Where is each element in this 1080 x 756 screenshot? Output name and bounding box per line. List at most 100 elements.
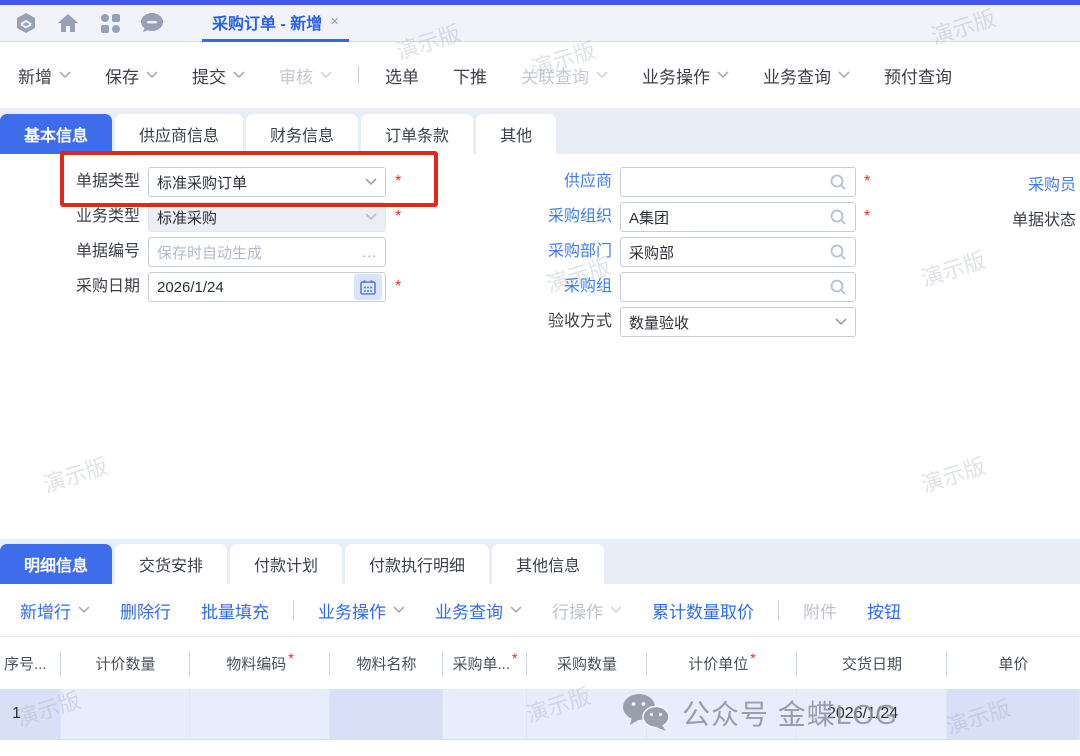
purchase-dept-label[interactable]: 采购部门 [502, 237, 612, 267]
document-tab-title: 采购订单 - 新增 [212, 10, 322, 34]
supplier-lookup-input[interactable] [620, 167, 856, 197]
buyer-label[interactable]: 采购员 [1028, 171, 1080, 201]
row-operation-button: 行操作 [552, 598, 622, 623]
custom-button[interactable]: 按钮 [867, 598, 901, 623]
doc-type-label: 单据类型 [30, 167, 140, 197]
col-unit-price[interactable]: 单价 [947, 637, 1080, 689]
cell-seq[interactable]: 1 [0, 689, 61, 739]
tab-payment-execution[interactable]: 付款执行明细 [345, 544, 489, 584]
toolbar-submit-button[interactable]: 提交 [192, 63, 245, 88]
row-biz-query-button[interactable]: 业务查询 [435, 598, 522, 623]
toolbar-select-order-button[interactable]: 选单 [385, 63, 419, 88]
purchase-org-lookup-input[interactable]: A集团 [620, 202, 856, 232]
tab-detail-info[interactable]: 明细信息 [0, 544, 112, 584]
detail-toolbar: 新增行 删除行 批量填充 业务操作 业务查询 行操作 累计数量取价 附件 [0, 584, 1080, 637]
document-tab[interactable]: 采购订单 - 新增 × [202, 5, 349, 42]
col-pricing-unit[interactable]: 计价单位* [647, 637, 797, 689]
chevron-down-icon [59, 71, 71, 79]
tab-delivery-schedule[interactable]: 交货安排 [115, 544, 227, 584]
required-mark: * [512, 650, 517, 666]
required-mark: * [395, 167, 401, 197]
grid-header-row: 序号... 计价数量 物料编码* 物料名称 采购单...* 采购数量 计价单位*… [0, 637, 1080, 689]
close-tab-icon[interactable]: × [330, 13, 339, 30]
doc-type-select[interactable]: 标准采购订单 [148, 167, 386, 197]
delete-row-button[interactable]: 删除行 [120, 598, 171, 623]
home-icon[interactable] [56, 11, 80, 35]
doc-no-input[interactable]: 保存时自动生成 ... [148, 237, 386, 267]
cell-pricing-qty[interactable] [61, 689, 190, 739]
cell-unit-price[interactable] [947, 689, 1080, 739]
purchase-group-lookup-input[interactable] [620, 272, 856, 302]
col-material-code[interactable]: 物料编码* [190, 637, 330, 689]
add-row-button[interactable]: 新增行 [20, 598, 90, 623]
toolbar-new-button[interactable]: 新增 [18, 63, 71, 88]
cell-pricing-unit[interactable] [647, 689, 797, 739]
toolbar-prepay-query-button[interactable]: 预付查询 [884, 63, 952, 88]
cell-material-name[interactable] [330, 689, 443, 739]
col-purchase-qty[interactable]: 采购数量 [527, 637, 647, 689]
chevron-down-icon [393, 606, 405, 614]
chevron-down-icon [233, 71, 245, 79]
app-bar: 采购订单 - 新增 × [0, 5, 1080, 42]
header-tabstrip: 基本信息 供应商信息 财务信息 订单条款 其他 [0, 109, 1080, 154]
app-window: 采购订单 - 新增 × 新增 保存 提交 审核 选单 下推 关联查询 [0, 0, 1080, 756]
row-biz-operation-button[interactable]: 业务操作 [318, 598, 405, 623]
purchase-dept-lookup-input[interactable]: 采购部 [620, 237, 856, 267]
accept-mode-select[interactable]: 数量验收 [620, 307, 856, 337]
batch-fill-button[interactable]: 批量填充 [201, 598, 269, 623]
supplier-label[interactable]: 供应商 [502, 167, 612, 197]
tab-basic-info[interactable]: 基本信息 [0, 114, 112, 154]
biz-type-select: 标准采购 [148, 202, 386, 232]
detail-tabstrip: 明细信息 交货安排 付款计划 付款执行明细 其他信息 [0, 539, 1080, 584]
required-mark: * [750, 650, 755, 666]
apps-grid-icon[interactable] [98, 11, 122, 35]
toolbar-biz-query-button[interactable]: 业务查询 [763, 63, 850, 88]
tab-supplier-info[interactable]: 供应商信息 [115, 114, 243, 154]
required-mark: * [288, 650, 293, 666]
cell-delivery-date[interactable]: 2026/1/24 [797, 689, 947, 739]
purchase-org-label[interactable]: 采购组织 [502, 202, 612, 232]
toolbar-push-down-button[interactable]: 下推 [453, 63, 487, 88]
tab-other[interactable]: 其他 [476, 114, 556, 154]
purchase-group-label[interactable]: 采购组 [502, 272, 612, 302]
tab-finance-info[interactable]: 财务信息 [246, 114, 358, 154]
search-icon [829, 173, 847, 191]
search-icon [829, 208, 847, 226]
cell-purchase-qty[interactable] [527, 689, 647, 739]
logo-icon[interactable] [14, 11, 38, 35]
tab-other-info[interactable]: 其他信息 [492, 544, 604, 584]
col-seq[interactable]: 序号... [0, 637, 61, 689]
attachment-button: 附件 [803, 598, 837, 623]
tab-payment-plan[interactable]: 付款计划 [230, 544, 342, 584]
chevron-down-icon [146, 71, 158, 79]
toolbar-biz-operation-button[interactable]: 业务操作 [642, 63, 729, 88]
app-bar-icons [14, 11, 164, 35]
col-material-name[interactable]: 物料名称 [330, 637, 443, 689]
col-pricing-qty[interactable]: 计价数量 [61, 637, 190, 689]
required-mark: * [864, 202, 870, 232]
col-delivery-date[interactable]: 交货日期 [797, 637, 947, 689]
cell-purchase-unit[interactable] [443, 689, 527, 739]
table-row: 1 2026/1/24 [0, 689, 1080, 739]
tab-order-terms[interactable]: 订单条款 [361, 114, 473, 154]
message-icon[interactable] [140, 11, 164, 35]
chevron-down-icon [610, 606, 622, 614]
more-icon[interactable]: ... [362, 244, 377, 260]
cell-material-code[interactable] [190, 689, 330, 739]
toolbar-save-button[interactable]: 保存 [105, 63, 158, 88]
calendar-icon[interactable] [354, 274, 382, 300]
col-purchase-unit[interactable]: 采购单...* [443, 637, 527, 689]
required-mark: * [864, 167, 870, 197]
grid-bottom-edge [0, 739, 1080, 755]
biz-type-label: 业务类型 [30, 202, 140, 232]
cumulative-qty-pricing-button[interactable]: 累计数量取价 [652, 598, 754, 623]
chevron-down-icon [838, 71, 850, 79]
po-date-input[interactable]: 2026/1/24 [148, 272, 386, 302]
accept-mode-label: 验收方式 [502, 307, 612, 337]
basic-info-form: 单据类型 标准采购订单 * 业务类型 标准采购 * 单据编号 保存时自动生成 .… [0, 154, 1080, 539]
chevron-down-icon [365, 178, 377, 186]
chevron-down-icon [596, 71, 608, 79]
po-date-label: 采购日期 [30, 272, 140, 302]
chevron-down-icon [365, 213, 377, 221]
required-mark: * [395, 272, 401, 302]
